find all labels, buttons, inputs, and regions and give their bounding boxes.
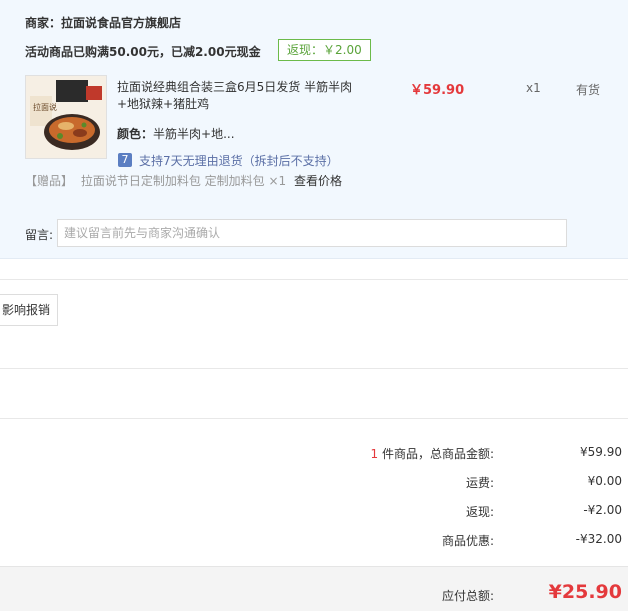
product-quantity: x1 xyxy=(526,81,541,95)
cashback-value: -¥2.00 xyxy=(583,503,622,517)
merchant-name[interactable]: 拉面说食品官方旗舰店 xyxy=(61,16,181,30)
total-label: 应付总额: xyxy=(441,589,494,603)
shipping-value: ¥0.00 xyxy=(587,474,622,488)
product-image-icon xyxy=(26,76,106,158)
gift-row: 【赠品】 拉面说节日定制加料包 定制加料包 ×1 查看价格 xyxy=(25,172,342,189)
section-divider xyxy=(0,368,628,369)
product-title-line-2[interactable]: +地狱辣+猪肚鸡 xyxy=(117,96,352,113)
section-divider xyxy=(0,279,628,280)
product-price: ￥59.90 xyxy=(410,83,465,98)
total-amount: ¥25.90 xyxy=(548,581,622,603)
gift-text: 拉面说节日定制加料包 定制加料包 ×1 xyxy=(80,174,287,188)
section-divider xyxy=(0,418,628,419)
goods-amount-value: ¥59.90 xyxy=(580,445,622,459)
stock-status: 有货 xyxy=(576,83,601,97)
merchant-label: 商家： xyxy=(25,16,62,30)
product-title[interactable]: 拉面说经典组合装三盒6月5日发货 半筋半肉 +地狱辣+猪肚鸡 xyxy=(117,79,352,113)
discount-label: 商品优惠: xyxy=(441,534,494,548)
seven-day-return-icon: 7 xyxy=(118,153,132,167)
gift-view-price-link[interactable]: 查看价格 xyxy=(294,174,342,188)
memo-label: 留言: xyxy=(25,228,54,242)
shipping-label: 运费: xyxy=(465,476,494,490)
invoice-reimbursement-button[interactable]: 影响报销 xyxy=(0,294,58,326)
product-color-row: 颜色：半筋半肉+地... xyxy=(117,125,235,142)
gift-tag: 【赠品】 xyxy=(25,174,74,188)
return-policy-text: 支持7天无理由退货（拆封后不支持） xyxy=(139,154,339,168)
goods-amount-label: 1 件商品，总商品金额: xyxy=(371,445,495,462)
rebate-badge: 返现：￥2.00 xyxy=(278,39,371,61)
item-count-suffix: 件商品，总商品金额: xyxy=(378,447,494,461)
shop-order-panel: 商家：拉面说食品官方旗舰店 活动商品已购满50.00元，已减2.00元现金 返现… xyxy=(0,0,628,259)
total-bar: 应付总额: ¥25.90 xyxy=(0,566,628,611)
discount-value: -¥32.00 xyxy=(575,532,622,546)
cashback-label: 返现: xyxy=(465,505,494,519)
panel-divider xyxy=(0,258,628,259)
item-count: 1 xyxy=(370,447,379,461)
merchant-row: 商家：拉面说食品官方旗舰店 xyxy=(25,14,181,31)
thumbnail-brand-text: 拉面说 xyxy=(33,103,57,112)
product-thumbnail[interactable]: 拉面说 xyxy=(25,75,107,159)
product-title-line-1[interactable]: 拉面说经典组合装三盒6月5日发货 半筋半肉 xyxy=(117,79,352,96)
color-label: 颜色： xyxy=(117,127,154,141)
promo-text: 活动商品已购满50.00元，已减2.00元现金 xyxy=(25,45,261,59)
color-value: 半筋半肉+地... xyxy=(153,127,235,141)
memo-input[interactable] xyxy=(57,219,567,247)
